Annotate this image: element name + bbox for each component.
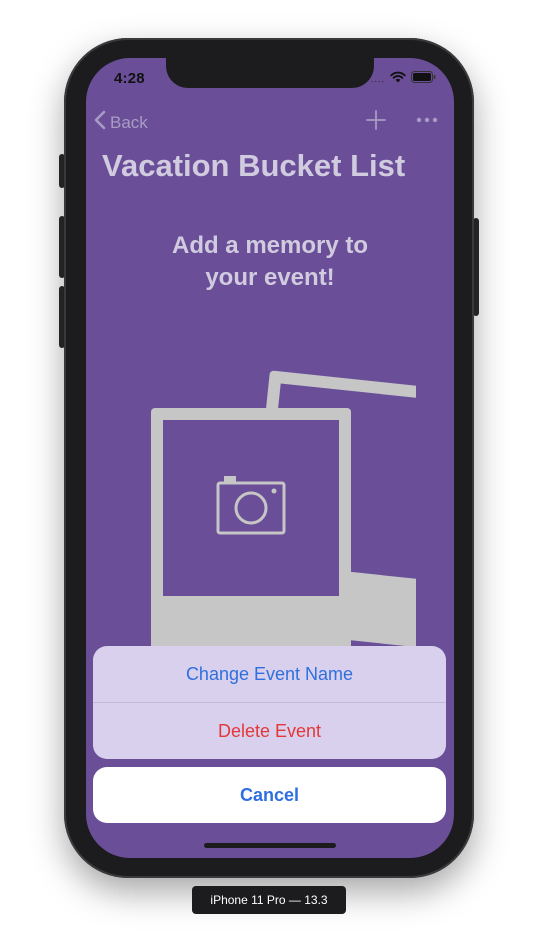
change-event-name-button[interactable]: Change Event Name bbox=[93, 646, 446, 702]
delete-event-button[interactable]: Delete Event bbox=[93, 702, 446, 759]
plus-icon[interactable] bbox=[364, 108, 388, 132]
add-memory-prompt: Add a memory to your event! bbox=[86, 230, 454, 294]
battery-icon bbox=[411, 70, 436, 88]
prompt-line-2: your event! bbox=[205, 264, 335, 291]
notch bbox=[166, 58, 374, 88]
back-button[interactable]: Back bbox=[94, 110, 148, 135]
status-time: 4:28 bbox=[114, 70, 145, 87]
home-indicator[interactable] bbox=[204, 843, 336, 848]
app-screen: 4:28 .... Back Vacation Bucket List Add … bbox=[86, 58, 454, 858]
more-icon[interactable] bbox=[414, 110, 440, 130]
action-sheet: Change Event Name Delete Event bbox=[93, 646, 446, 759]
signal-dots: .... bbox=[370, 74, 385, 84]
wifi-icon bbox=[390, 70, 406, 88]
photo-stack-illustration[interactable] bbox=[146, 358, 454, 678]
simulator-device-label: iPhone 11 Pro — 13.3 bbox=[192, 886, 346, 914]
back-label: Back bbox=[110, 112, 148, 132]
prompt-line-1: Add a memory to bbox=[171, 232, 369, 259]
status-icons: .... bbox=[370, 70, 436, 88]
cancel-button[interactable]: Cancel bbox=[93, 767, 446, 823]
page-title: Vacation Bucket List bbox=[102, 148, 406, 183]
chevron-left-icon bbox=[94, 110, 106, 135]
